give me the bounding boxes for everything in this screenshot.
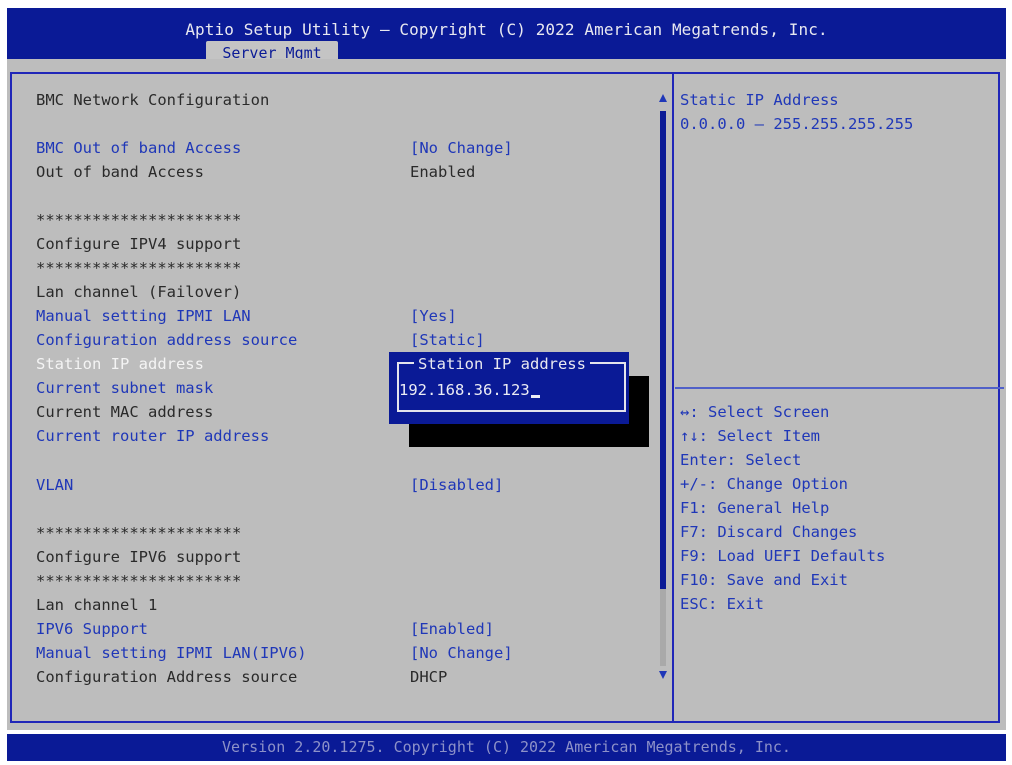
setting-manual-ipmi-lan-ipv6[interactable]: Manual setting IPMI LAN(IPV6) (36, 641, 307, 665)
setting-ipv6-support[interactable]: IPV6 Support (36, 617, 148, 641)
help-divider (675, 387, 1004, 389)
key-hint-enter: Enter: Select (680, 451, 802, 469)
setting-vlan[interactable]: VLAN (36, 473, 73, 497)
separator-line: ********************** (36, 259, 242, 277)
footer-bar: Version 2.20.1275. Copyright (C) 2022 Am… (7, 734, 1006, 761)
value-vlan[interactable]: [Disabled] (410, 473, 503, 497)
separator-line: ********************** (36, 524, 242, 542)
value-bmc-out-of-band-access[interactable]: [No Change] (410, 136, 513, 160)
setting-current-subnet-mask[interactable]: Current subnet mask (36, 376, 213, 400)
separator-line: ********************** (36, 211, 242, 229)
info-current-mac-address: Current MAC address (36, 403, 214, 421)
heading-ipv4-support: Configure IPV4 support (36, 235, 242, 253)
value-ipv6-support[interactable]: [Enabled] (410, 617, 494, 641)
key-hint-esc-exit: ESC: Exit (680, 595, 764, 613)
setting-current-router-ip[interactable]: Current router IP address (36, 424, 269, 448)
utility-title: Aptio Setup Utility – Copyright (C) 2022… (185, 20, 828, 39)
key-hint-discard-changes: F7: Discard Changes (680, 523, 858, 541)
key-hint-select-screen: ↔: Select Screen (680, 403, 830, 421)
key-hint-change-option: +/-: Change Option (680, 475, 848, 493)
info-config-address-source-ipv6: Configuration Address source (36, 668, 298, 686)
station-ip-input-value: 192.168.36.123 (399, 381, 530, 399)
scrollbar-track[interactable] (660, 589, 666, 666)
value-out-of-band-access: Enabled (410, 163, 476, 181)
setting-station-ip-address[interactable]: Station IP address (36, 352, 204, 376)
station-ip-input[interactable]: 192.168.36.123 (399, 378, 540, 402)
key-hint-save-exit: F10: Save and Exit (680, 571, 848, 589)
dialog-title: Station IP address (414, 353, 590, 375)
section-title: BMC Network Configuration (36, 91, 270, 109)
info-lan-channel-1: Lan channel 1 (36, 596, 158, 614)
value-manual-ipmi-lan-ipv6[interactable]: [No Change] (410, 641, 513, 665)
setting-config-address-source[interactable]: Configuration address source (36, 328, 297, 352)
help-text-title: Static IP Address (680, 91, 839, 109)
info-lan-channel-failover: Lan channel (Failover) (36, 283, 242, 301)
panel-divider (672, 72, 674, 722)
value-manual-ipmi-lan[interactable]: [Yes] (410, 304, 457, 328)
key-hint-load-defaults: F9: Load UEFI Defaults (680, 547, 886, 565)
key-hint-select-item: ↑↓: Select Item (680, 427, 820, 445)
title-bar: Aptio Setup Utility – Copyright (C) 2022… (7, 8, 1006, 66)
scroll-up-arrow-icon[interactable] (659, 94, 667, 102)
key-hint-general-help: F1: General Help (680, 499, 830, 517)
info-out-of-band-access: Out of band Access (36, 163, 204, 181)
help-text-range: 0.0.0.0 – 255.255.255.255 (680, 115, 914, 133)
heading-ipv6-support: Configure IPV6 support (36, 548, 242, 566)
setting-bmc-out-of-band-access[interactable]: BMC Out of band Access (36, 136, 241, 160)
separator-line: ********************** (36, 572, 242, 590)
value-config-address-source-ipv6: DHCP (410, 668, 448, 686)
setting-manual-ipmi-lan[interactable]: Manual setting IPMI LAN (36, 304, 251, 328)
scrollbar-thumb[interactable] (660, 111, 666, 589)
value-config-address-source[interactable]: [Static] (410, 328, 485, 352)
footer-version: Version 2.20.1275. Copyright (C) 2022 Am… (222, 738, 791, 756)
scroll-down-arrow-icon[interactable] (659, 671, 667, 679)
text-cursor (530, 395, 540, 398)
